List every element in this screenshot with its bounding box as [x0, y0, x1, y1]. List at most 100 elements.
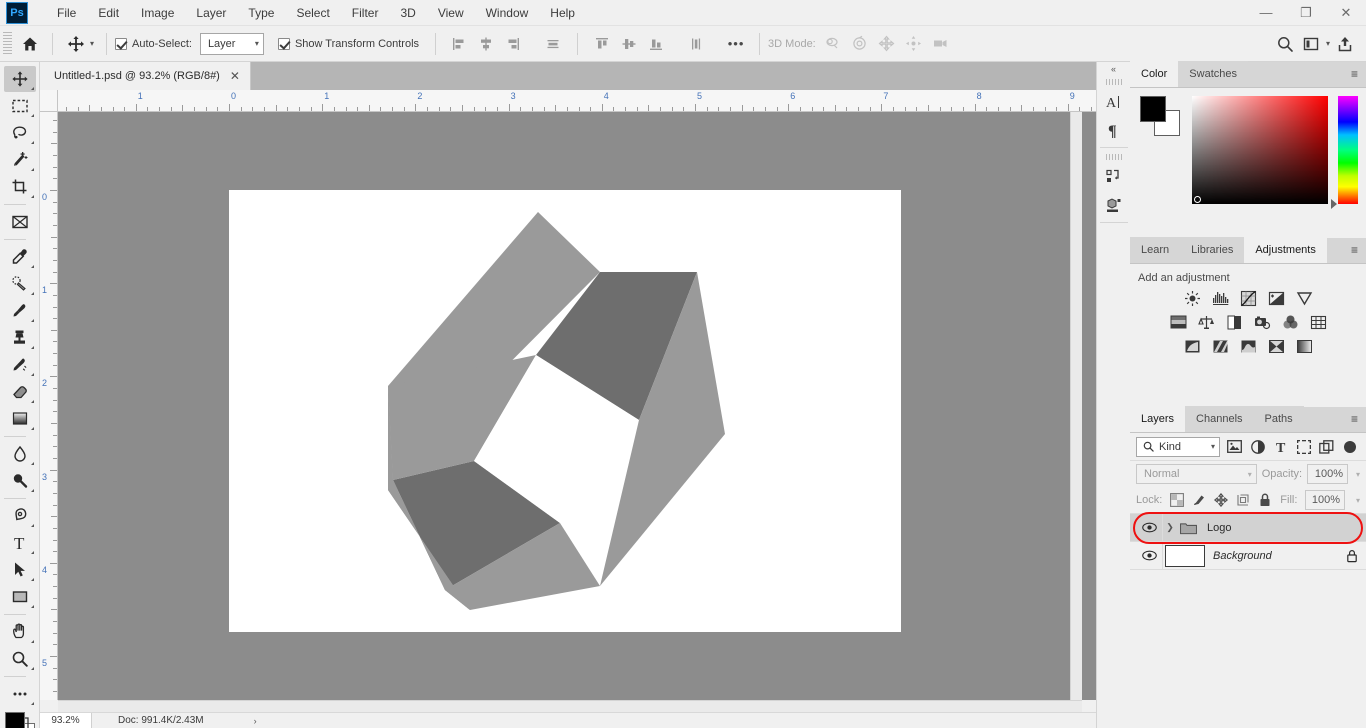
levels-icon[interactable]	[1211, 290, 1230, 307]
color-field[interactable]	[1191, 96, 1329, 204]
align-vertical-centers-icon[interactable]	[618, 33, 640, 55]
lock-transparent-pixels-icon[interactable]	[1170, 493, 1185, 508]
align-horizontal-centers-icon[interactable]	[475, 33, 497, 55]
show-transform-checkbox-box[interactable]	[277, 37, 290, 50]
distribute-vertical-icon[interactable]	[685, 33, 707, 55]
align-top-edges-icon[interactable]	[591, 33, 613, 55]
pan-3d-icon[interactable]	[876, 33, 898, 55]
table-row[interactable]: Background	[1130, 541, 1366, 570]
status-expand-icon[interactable]: ›	[254, 716, 257, 726]
color-lookup-icon[interactable]	[1309, 314, 1328, 331]
hand-tool[interactable]	[4, 619, 36, 645]
invert-icon[interactable]	[1183, 338, 1202, 355]
vertical-ruler[interactable]: 1012345	[40, 112, 58, 700]
color-balance-icon[interactable]	[1197, 314, 1216, 331]
collapse-panels-icon[interactable]: «	[1097, 62, 1131, 76]
eraser-tool[interactable]	[4, 379, 36, 405]
gradient-tool[interactable]	[4, 406, 36, 432]
restore-button[interactable]: ❐	[1286, 0, 1326, 26]
workspace-icon[interactable]	[1300, 33, 1322, 55]
canvas-vertical-scrollbar[interactable]	[1070, 112, 1082, 700]
3d-panel-icon[interactable]	[1099, 191, 1129, 219]
eyedropper-tool[interactable]	[4, 244, 36, 270]
align-bottom-edges-icon[interactable]	[645, 33, 667, 55]
tab-adjustments[interactable]: Adjustments	[1244, 237, 1327, 263]
crop-tool[interactable]	[4, 174, 36, 200]
black-and-white-icon[interactable]	[1225, 314, 1244, 331]
menu-edit[interactable]: Edit	[87, 0, 130, 26]
close-button[interactable]: ✕	[1326, 0, 1366, 26]
posterize-icon[interactable]	[1211, 338, 1230, 355]
object-selection-tool[interactable]	[4, 147, 36, 173]
opacity-field[interactable]: 100%	[1307, 464, 1348, 484]
hue-saturation-icon[interactable]	[1169, 314, 1188, 331]
zoom-tool[interactable]	[4, 646, 36, 672]
layer-name[interactable]: Logo	[1199, 522, 1231, 534]
fill-field[interactable]: 100%	[1305, 490, 1345, 510]
color-panel-menu-icon[interactable]: ≡	[1343, 61, 1366, 87]
edit-toolbar-tool[interactable]	[4, 681, 36, 707]
threshold-icon[interactable]	[1239, 338, 1258, 355]
layer-name[interactable]: Background	[1205, 550, 1272, 562]
lock-all-icon[interactable]	[1258, 493, 1272, 508]
clone-stamp-tool[interactable]	[4, 325, 36, 351]
tab-color[interactable]: Color	[1130, 61, 1179, 87]
lasso-tool[interactable]	[4, 120, 36, 146]
brush-tool[interactable]	[4, 298, 36, 324]
spot-healing-brush-tool[interactable]	[4, 271, 36, 297]
roll-3d-icon[interactable]	[849, 33, 871, 55]
curves-icon[interactable]	[1239, 290, 1258, 307]
canvas-area[interactable]	[58, 112, 1096, 700]
menu-filter[interactable]: Filter	[341, 0, 390, 26]
horizontal-ruler[interactable]: 210123456789	[58, 90, 1096, 112]
color-field-marker[interactable]	[1193, 196, 1201, 203]
share-icon[interactable]	[1334, 33, 1356, 55]
auto-select-scope-dropdown[interactable]: Layer ▾	[199, 32, 264, 55]
lock-position-icon[interactable]	[1214, 493, 1229, 508]
rectangular-marquee-tool[interactable]	[4, 93, 36, 119]
pen-tool[interactable]	[4, 503, 36, 529]
search-icon[interactable]	[1274, 33, 1296, 55]
channel-mixer-icon[interactable]	[1281, 314, 1300, 331]
rail-group-grip[interactable]	[1105, 79, 1122, 85]
horizontal-type-tool[interactable]: T	[4, 530, 36, 556]
menu-help[interactable]: Help	[539, 0, 586, 26]
dodge-tool[interactable]	[4, 468, 36, 494]
filter-adjustment-layers-icon[interactable]	[1249, 438, 1266, 455]
artboard[interactable]	[229, 190, 901, 632]
fill-stepper-icon[interactable]: ▾	[1353, 496, 1360, 505]
tab-paths[interactable]: Paths	[1253, 406, 1304, 432]
menu-type[interactable]: Type	[237, 0, 285, 26]
menu-layer[interactable]: Layer	[185, 0, 237, 26]
lock-artboard-nesting-icon[interactable]	[1236, 493, 1250, 508]
layer-filter-kind-dropdown[interactable]: Kind ▾	[1136, 436, 1220, 457]
history-brush-tool[interactable]	[4, 352, 36, 378]
menu-3d[interactable]: 3D	[389, 0, 426, 26]
auto-select-checkbox[interactable]: Auto-Select:	[115, 37, 192, 50]
move-tool[interactable]	[3, 66, 36, 92]
menu-view[interactable]: View	[427, 0, 475, 26]
menu-image[interactable]: Image	[130, 0, 185, 26]
layers-panel-menu-icon[interactable]: ≡	[1343, 406, 1366, 432]
blend-mode-dropdown[interactable]: Normal ▾	[1136, 464, 1257, 484]
auto-select-checkbox-box[interactable]	[115, 37, 128, 50]
chevron-down-icon[interactable]: ▾	[1326, 39, 1330, 48]
menu-window[interactable]: Window	[475, 0, 540, 26]
tool-preset-picker[interactable]: ▾	[61, 33, 98, 55]
document-tab[interactable]: Untitled-1.psd @ 93.2% (RGB/8#) ✕	[40, 62, 251, 90]
zoom-3d-camera-icon[interactable]	[930, 33, 952, 55]
adjustments-panel-menu-icon[interactable]: ≡	[1343, 237, 1366, 263]
paragraph-panel-icon[interactable]: ¶	[1099, 116, 1129, 144]
layer-visibility-toggle[interactable]	[1136, 550, 1162, 561]
layer-thumbnail[interactable]	[1165, 544, 1205, 567]
options-bar-grip[interactable]	[3, 31, 12, 56]
distribute-horizontal-icon[interactable]	[542, 33, 564, 55]
rectangle-tool[interactable]	[4, 584, 36, 610]
tab-libraries[interactable]: Libraries	[1180, 237, 1245, 263]
character-styles-panel-icon[interactable]	[1099, 163, 1129, 191]
filter-type-layers-icon[interactable]: T	[1272, 438, 1289, 455]
canvas-horizontal-scrollbar[interactable]	[58, 700, 1082, 712]
gradient-map-icon[interactable]	[1295, 338, 1314, 355]
brightness-contrast-icon[interactable]	[1183, 290, 1202, 307]
color-panel-swatches[interactable]	[1138, 96, 1182, 136]
